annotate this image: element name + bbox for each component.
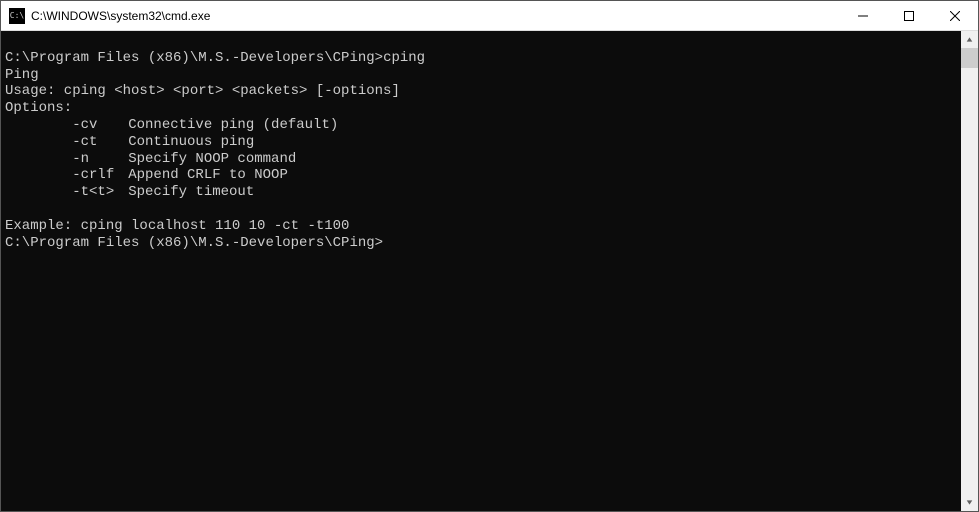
option-flag: -crlf — [72, 167, 128, 184]
option-flag: -t<t> — [72, 184, 128, 201]
terminal-blank-line — [5, 201, 957, 218]
option-flag: -cv — [72, 117, 128, 134]
option-desc: Append CRLF to NOOP — [128, 167, 288, 183]
cmd-icon: C:\ — [9, 8, 25, 24]
cmd-icon-text: C:\ — [10, 11, 24, 20]
option-desc: Specify timeout — [128, 184, 254, 200]
terminal-output[interactable]: C:\Program Files (x86)\M.S.-Developers\C… — [1, 31, 961, 511]
scroll-down-button[interactable] — [961, 494, 978, 511]
close-button[interactable] — [932, 1, 978, 30]
prompt-text: C:\Program Files (x86)\M.S.-Developers\C… — [5, 235, 383, 251]
prompt-text: C:\Program Files (x86)\M.S.-Developers\C… — [5, 50, 383, 66]
option-flag: -ct — [72, 134, 128, 151]
terminal-line-usage: Usage: cping <host> <port> <packets> [-o… — [5, 83, 957, 100]
terminal-prompt-line: C:\Program Files (x86)\M.S.-Developers\C… — [5, 50, 957, 67]
window-controls — [840, 1, 978, 30]
terminal-line-options-header: Options: — [5, 100, 957, 117]
vertical-scrollbar[interactable] — [961, 31, 978, 511]
scroll-thumb[interactable] — [961, 48, 978, 68]
chevron-down-icon — [966, 499, 973, 506]
terminal-line-example: Example: cping localhost 110 10 -ct -t10… — [5, 218, 957, 235]
titlebar: C:\ C:\WINDOWS\system32\cmd.exe — [1, 1, 978, 31]
terminal-option-line: -t<t>Specify timeout — [5, 184, 957, 201]
terminal-option-line: -nSpecify NOOP command — [5, 151, 957, 168]
terminal-option-line: -cvConnective ping (default) — [5, 117, 957, 134]
cmd-window: C:\ C:\WINDOWS\system32\cmd.exe C:\Progr… — [0, 0, 979, 512]
scroll-up-button[interactable] — [961, 31, 978, 48]
close-icon — [950, 11, 960, 21]
scroll-track[interactable] — [961, 48, 978, 494]
maximize-icon — [904, 11, 914, 21]
terminal-option-line: -crlfAppend CRLF to NOOP — [5, 167, 957, 184]
terminal-line-ping: Ping — [5, 67, 957, 84]
option-flag: -n — [72, 151, 128, 168]
terminal-prompt-line: C:\Program Files (x86)\M.S.-Developers\C… — [5, 235, 957, 252]
option-desc: Connective ping (default) — [128, 117, 338, 133]
terminal-blank-line — [5, 33, 957, 50]
window-title: C:\WINDOWS\system32\cmd.exe — [31, 9, 840, 23]
minimize-icon — [858, 11, 868, 21]
chevron-up-icon — [966, 36, 973, 43]
option-desc: Continuous ping — [128, 134, 254, 150]
content-area: C:\Program Files (x86)\M.S.-Developers\C… — [1, 31, 978, 511]
option-desc: Specify NOOP command — [128, 151, 296, 167]
maximize-button[interactable] — [886, 1, 932, 30]
command-text: cping — [383, 50, 425, 66]
terminal-option-line: -ctContinuous ping — [5, 134, 957, 151]
minimize-button[interactable] — [840, 1, 886, 30]
